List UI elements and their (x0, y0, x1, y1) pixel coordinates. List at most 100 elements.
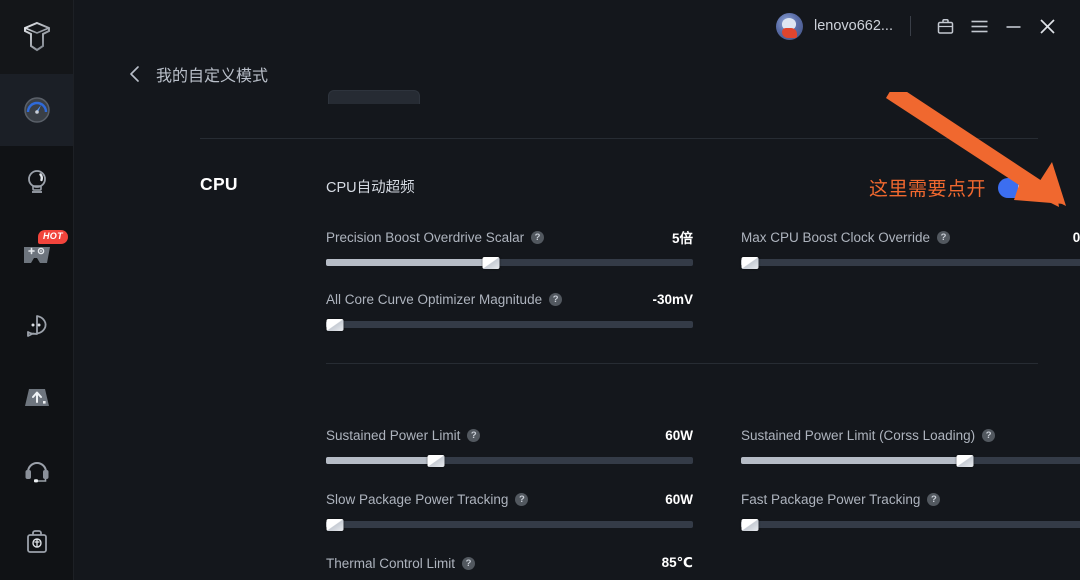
legion-logo-icon (23, 21, 50, 52)
help-icon[interactable]: ? (937, 230, 951, 244)
slider-thumb[interactable] (427, 455, 445, 467)
slider-track[interactable] (741, 455, 1080, 467)
slider-row: Sustained Power Limit? 60W (326, 426, 693, 467)
toggle-knob (1018, 179, 1034, 196)
sidebar-item-updates[interactable] (0, 362, 73, 434)
help-icon[interactable]: ? (982, 428, 996, 442)
left-sidebar: HOT (0, 0, 74, 580)
slider-label: Max CPU Boost Clock Override (741, 229, 931, 245)
slider-row: Thermal Control Limit? 85℃ (326, 554, 693, 580)
chevron-left-icon (129, 66, 139, 82)
slider-fill (326, 457, 437, 464)
sidebar-item-lighting[interactable] (0, 146, 73, 218)
lightbulb-icon (27, 170, 46, 193)
sidebar-item-community[interactable] (0, 290, 73, 362)
slider-thumb[interactable] (741, 257, 759, 269)
help-icon[interactable]: ? (549, 292, 563, 306)
slider-track[interactable] (741, 519, 1080, 531)
slider-fill (326, 259, 492, 266)
slider-header: All Core Curve Optimizer Magnitude? -30mV (326, 290, 693, 308)
back-button[interactable] (126, 66, 142, 82)
header-divider (910, 16, 911, 36)
slider-header: Thermal Control Limit? 85℃ (326, 554, 693, 572)
slider-label: Sustained Power Limit (326, 427, 461, 443)
slider-thumb[interactable] (956, 455, 974, 467)
main-content: 我的自定义模式 CPU CPU自动超频 这里需要点开 Precision Boo… (74, 52, 1080, 580)
slider-thumb[interactable] (741, 519, 759, 531)
help-icon[interactable]: ? (531, 230, 545, 244)
slider-header: Sustained Power Limit? 60W (326, 426, 693, 444)
slider-track[interactable] (326, 455, 693, 467)
breadcrumb: 我的自定义模式 (74, 52, 1080, 86)
app-logo (0, 0, 73, 74)
minimize-button[interactable] (996, 9, 1030, 43)
briefcase-icon (937, 18, 953, 34)
slider-row: Slow Package Power Tracking? 60W (326, 490, 693, 531)
legion-toolkit-window: HOT lenovo662... 我的自定义模式 CPU CPU自动超频 这里需… (0, 0, 1080, 580)
gamepad-icon (23, 247, 50, 263)
briefcase-button[interactable] (928, 9, 962, 43)
slider-row: Fast Package Power Tracking?70W (741, 490, 1080, 531)
slider-row: Sustained Power Limit (Corss Loading)?60… (741, 426, 1080, 467)
hamburger-menu-icon (971, 20, 987, 32)
slider-thumb[interactable] (482, 257, 500, 269)
slider-label: Slow Package Power Tracking (326, 491, 509, 507)
slider-track[interactable] (326, 519, 693, 531)
slider-label: Precision Boost Overdrive Scalar (326, 229, 525, 245)
slider-thumb[interactable] (326, 519, 344, 531)
sidebar-item-toolkit[interactable] (0, 506, 73, 578)
sidebar-item-games[interactable]: HOT (0, 218, 73, 290)
slider-thumb[interactable] (326, 319, 344, 331)
slider-track[interactable] (741, 257, 1080, 269)
slider-row: All Core Curve Optimizer Magnitude? -30mV (326, 290, 693, 331)
slider-value: 60W (665, 427, 693, 443)
slider-row: Precision Boost Overdrive Scalar? 5倍 (326, 228, 693, 269)
cpu-auto-overclock-row: 这里需要点开 (869, 174, 1036, 201)
close-button[interactable] (1030, 9, 1064, 43)
slider-value: 0MHz (1072, 229, 1080, 245)
slider-value: -30mV (652, 291, 693, 307)
chat-bubble-icon (26, 315, 46, 337)
slider-label: Sustained Power Limit (Corss Loading) (741, 427, 976, 443)
gauge-icon (23, 97, 50, 123)
close-icon (1039, 18, 1055, 34)
help-icon[interactable]: ? (927, 492, 941, 506)
section-divider-top (200, 138, 1038, 139)
upload-box-icon (24, 389, 49, 406)
cpu-section-label: CPU (200, 174, 238, 194)
slider-label: All Core Curve Optimizer Magnitude (326, 291, 543, 307)
page-title: 我的自定义模式 (156, 68, 269, 85)
slider-header: Precision Boost Overdrive Scalar? 5倍 (326, 228, 693, 247)
slider-header: Fast Package Power Tracking?70W (741, 490, 1080, 508)
headset-icon (25, 462, 48, 483)
slider-header: Slow Package Power Tracking? 60W (326, 490, 693, 508)
sidebar-item-dashboard[interactable] (0, 74, 73, 146)
help-icon[interactable]: ? (515, 492, 529, 506)
slider-value: 60W (665, 491, 693, 507)
slider-header: Sustained Power Limit (Corss Loading)?60… (741, 426, 1080, 444)
slider-label: Thermal Control Limit (326, 555, 456, 571)
section-divider-mid (326, 363, 1038, 364)
avatar[interactable] (775, 12, 803, 40)
slider-track[interactable] (326, 319, 693, 331)
slider-header: Max CPU Boost Clock Override? 0MHz (741, 228, 1080, 246)
annotation-text: 这里需要点开 (868, 179, 986, 200)
toolkit-icon (26, 530, 47, 553)
scrolled-card-edge (328, 90, 420, 104)
help-icon[interactable]: ? (462, 556, 476, 570)
minimize-icon (1006, 25, 1020, 28)
title-bar: lenovo662... (74, 0, 1080, 52)
slider-track[interactable] (326, 257, 693, 269)
slider-label: Fast Package Power Tracking (741, 491, 921, 507)
sidebar-item-support[interactable] (0, 434, 73, 506)
hot-badge: HOT (38, 230, 68, 244)
menu-button[interactable] (962, 9, 996, 43)
user-name-label[interactable]: lenovo662... (814, 18, 893, 34)
slider-fill (741, 457, 965, 464)
cpu-auto-overclock-label: CPU自动超频 (326, 180, 415, 196)
slider-row: Max CPU Boost Clock Override? 0MHz (741, 228, 1080, 269)
slider-value: 85℃ (661, 555, 693, 570)
slider-value: 5倍 (671, 231, 693, 246)
cpu-auto-overclock-toggle[interactable] (998, 177, 1036, 198)
help-icon[interactable]: ? (467, 428, 481, 442)
